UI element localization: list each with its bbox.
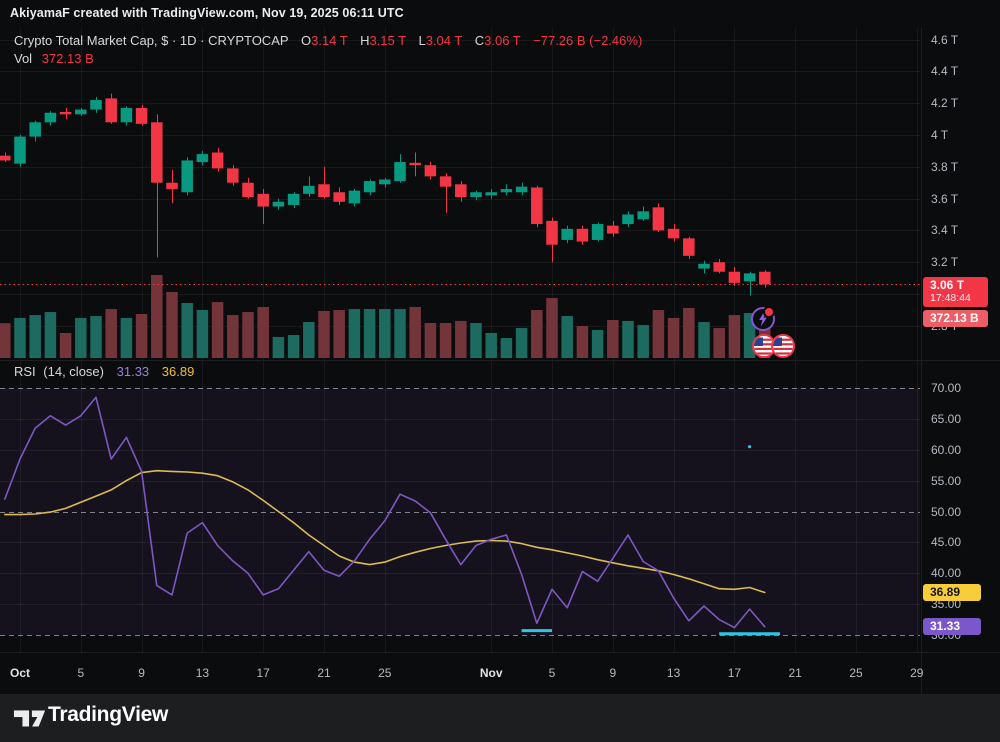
price-axis-label: 3.4 T bbox=[931, 223, 958, 237]
price-badge: 3.06 T 17:48:44 bbox=[923, 277, 988, 307]
chart-root: AkiyamaF created with TradingView.com, N… bbox=[0, 0, 1000, 742]
time-axis-label: 13 bbox=[667, 666, 680, 680]
price-axis-label: 4.2 T bbox=[931, 96, 958, 110]
time-axis-label: Oct bbox=[10, 666, 30, 680]
volume-value: 372.13 B bbox=[42, 51, 94, 66]
watermark-attribution: AkiyamaF created with TradingView.com, N… bbox=[10, 6, 404, 20]
time-axis-label: 25 bbox=[378, 666, 391, 680]
change-value: −77.26 B (−2.46%) bbox=[533, 33, 642, 48]
tradingview-wordmark[interactable]: TradingView bbox=[48, 703, 168, 727]
price-axis-label: 4.6 T bbox=[931, 33, 958, 47]
time-axis-label: 25 bbox=[849, 666, 862, 680]
footer-bar: TradingView bbox=[0, 694, 1000, 742]
time-axis-label: 9 bbox=[609, 666, 616, 680]
rsi-badge: 31.33 bbox=[923, 618, 981, 635]
time-axis-label: 5 bbox=[549, 666, 556, 680]
event-icon-us-flag-2[interactable] bbox=[771, 334, 795, 358]
low-label: L bbox=[418, 33, 425, 48]
rsi-name: RSI bbox=[14, 364, 36, 379]
price-axis-label: 3.6 T bbox=[931, 192, 958, 206]
event-icon-lightning[interactable] bbox=[751, 307, 775, 331]
rsi-axis-label: 50.00 bbox=[931, 505, 961, 519]
rsi-axis-label: 40.00 bbox=[931, 566, 961, 580]
rsi-axis-label: 60.00 bbox=[931, 443, 961, 457]
open-label: O bbox=[301, 33, 311, 48]
rsi-axis-label: 45.00 bbox=[931, 535, 961, 549]
rsi-params: (14, close) bbox=[43, 364, 104, 379]
symbol-title: Crypto Total Market Cap, $ · 1D · CRYPTO… bbox=[14, 33, 288, 48]
rsi-ma-badge: 36.89 bbox=[923, 584, 981, 601]
time-axis-label: 17 bbox=[257, 666, 270, 680]
time-axis-label: 5 bbox=[77, 666, 84, 680]
price-badge-value: 3.06 T bbox=[930, 279, 988, 292]
lightning-bolt-icon bbox=[753, 309, 773, 329]
rsi-current-value: 31.33 bbox=[117, 364, 150, 379]
open-value: 3.14 T bbox=[311, 33, 347, 48]
time-axis-label: 17 bbox=[728, 666, 741, 680]
tradingview-logo-icon[interactable] bbox=[13, 706, 47, 735]
high-value: 3.15 T bbox=[369, 33, 405, 48]
time-axis-label: 29 bbox=[910, 666, 923, 680]
time-axis-label: 21 bbox=[789, 666, 802, 680]
price-axis-label: 3.8 T bbox=[931, 160, 958, 174]
price-axis-label: 4 T bbox=[931, 128, 948, 142]
time-axis-label: 13 bbox=[196, 666, 209, 680]
symbol-legend: Crypto Total Market Cap, $ · 1D · CRYPTO… bbox=[14, 33, 642, 48]
rsi-ma-current-value: 36.89 bbox=[162, 364, 195, 379]
price-badge-countdown: 17:48:44 bbox=[930, 292, 988, 305]
volume-badge: 372.13 B bbox=[923, 310, 988, 327]
rsi-axis-label: 65.00 bbox=[931, 412, 961, 426]
rsi-axis-label: 55.00 bbox=[931, 474, 961, 488]
time-axis-label: 9 bbox=[138, 666, 145, 680]
time-axis-label: Nov bbox=[480, 666, 503, 680]
volume-label: Vol bbox=[14, 51, 32, 66]
price-axis-label: 4.4 T bbox=[931, 64, 958, 78]
volume-legend: Vol 372.13 B bbox=[14, 51, 94, 66]
price-axis-label: 3.2 T bbox=[931, 255, 958, 269]
time-axis-label: 21 bbox=[317, 666, 330, 680]
rsi-axis-label: 70.00 bbox=[931, 381, 961, 395]
close-label: C bbox=[475, 33, 484, 48]
rsi-legend: RSI (14, close) 31.33 36.89 bbox=[14, 364, 194, 379]
low-value: 3.04 T bbox=[426, 33, 462, 48]
close-value: 3.06 T bbox=[484, 33, 520, 48]
us-flag-icon bbox=[773, 336, 793, 356]
